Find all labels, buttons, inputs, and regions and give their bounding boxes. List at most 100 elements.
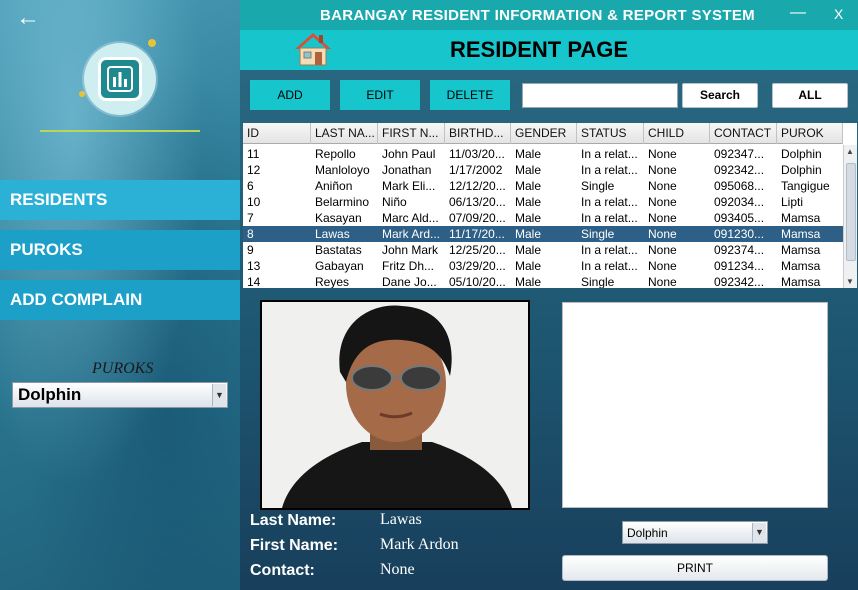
table-cell-last-name: Kasayan: [315, 211, 362, 225]
table-row[interactable]: 11 Repollo John Paul 11/03/20... Male In a re…: [243, 146, 843, 162]
table-cell-first-name: Jonathan: [382, 163, 432, 177]
add-button[interactable]: ADD: [250, 80, 330, 110]
column-header-status[interactable]: STATUS: [577, 123, 644, 144]
table-cell-first-name: Fritz Dh...: [382, 259, 435, 273]
close-button[interactable]: X: [834, 6, 843, 22]
table-cell-first-name: Mark Eli...: [382, 179, 436, 193]
table-cell-id: 9: [247, 243, 254, 257]
table-cell-gender: Male: [515, 147, 542, 161]
column-header-birthday[interactable]: BIRTHD...: [445, 123, 511, 144]
house-icon: [292, 30, 334, 73]
table-cell-id: 6: [247, 179, 254, 193]
table-cell-birthday: 11/03/20...: [449, 147, 505, 161]
table-cell-purok: Mamsa: [781, 259, 821, 273]
window-title: BARANGAY RESIDENT INFORMATION & REPORT S…: [320, 7, 755, 24]
table-row[interactable]: 9 Bastatas John Mark 12/25/20... Male In a re…: [243, 242, 843, 258]
table-cell-birthday: 11/17/20...: [449, 227, 505, 241]
column-header-child[interactable]: CHILD: [644, 123, 710, 144]
purok-filter-select[interactable]: Dolphin ▼: [12, 382, 228, 408]
table-cell-birthday: 07/09/20...: [449, 211, 506, 225]
table-cell-status: In a relat...: [581, 243, 638, 257]
table-cell-birthday: 06/13/20...: [449, 195, 506, 209]
table-cell-birthday: 12/12/20...: [449, 179, 506, 193]
table-cell-id: 12: [247, 163, 261, 177]
minimize-button[interactable]: —: [790, 4, 806, 22]
purok-filter-value: Dolphin: [18, 385, 82, 404]
delete-button[interactable]: DELETE: [430, 80, 510, 110]
divider: [40, 130, 200, 132]
table-cell-last-name: Aniñon: [315, 179, 353, 193]
scrollbar-thumb[interactable]: [846, 163, 856, 261]
table-cell-first-name: John Paul: [382, 147, 436, 161]
table-cell-gender: Male: [515, 211, 542, 225]
table-cell-child: None: [648, 275, 677, 288]
table-cell-purok: Lipti: [781, 195, 804, 209]
table-cell-child: None: [648, 211, 677, 225]
table-scrollbar[interactable]: ▲ ▼: [843, 145, 857, 288]
table-cell-contact: 092342...: [714, 163, 765, 177]
table-cell-gender: Male: [515, 227, 542, 241]
column-header-last-name[interactable]: LAST NA...: [311, 123, 378, 144]
table-cell-child: None: [648, 163, 677, 177]
report-purok-select[interactable]: Dolphin ▼: [622, 521, 768, 544]
table-cell-purok: Mamsa: [781, 275, 821, 288]
contact-value: None: [380, 561, 415, 578]
column-header-contact[interactable]: CONTACT: [710, 123, 777, 144]
table-cell-first-name: Marc Ald...: [382, 211, 439, 225]
table-row[interactable]: 14 Reyes Dane Jo... 05/10/20... Male Single No…: [243, 274, 843, 288]
print-button[interactable]: PRINT: [562, 555, 828, 581]
table-cell-first-name: John Mark: [382, 243, 439, 257]
table-row[interactable]: 8 Lawas Mark Ard... 11/17/20... Male Single No…: [243, 226, 843, 242]
table-cell-id: 8: [247, 227, 254, 241]
table-cell-id: 14: [247, 275, 261, 288]
chevron-down-icon[interactable]: ▼: [752, 523, 766, 542]
table-cell-status: Single: [581, 227, 615, 241]
scroll-down-icon[interactable]: ▼: [846, 277, 854, 286]
column-header-purok[interactable]: PUROK: [777, 123, 843, 144]
table-row[interactable]: 6 Aniñon Mark Eli... 12/12/20... Male Single N…: [243, 178, 843, 194]
first-name-value: Mark Ardon: [380, 536, 459, 553]
table-cell-birthday: 1/17/2002: [449, 163, 503, 177]
table-cell-id: 10: [247, 195, 261, 209]
first-name-label: First Name:: [250, 537, 339, 554]
table-cell-gender: Male: [515, 163, 542, 177]
search-input[interactable]: [522, 83, 678, 108]
report-preview: [562, 302, 828, 508]
nav-puroks[interactable]: PUROKS: [0, 230, 240, 270]
resident-photo: [260, 300, 530, 510]
table-cell-child: None: [648, 259, 677, 273]
table-row[interactable]: 10 Belarmino Niño 06/13/20... Male In a relat…: [243, 194, 843, 210]
table-cell-last-name: Lawas: [315, 227, 350, 241]
table-row[interactable]: 13 Gabayan Fritz Dh... 03/29/20... Male In a …: [243, 258, 843, 274]
nav-add-complain[interactable]: ADD COMPLAIN: [0, 280, 240, 320]
nav-residents[interactable]: RESIDENTS: [0, 180, 240, 220]
table-cell-child: None: [648, 195, 677, 209]
table-cell-gender: Male: [515, 179, 542, 193]
search-button[interactable]: Search: [682, 83, 758, 108]
chevron-down-icon[interactable]: ▼: [212, 384, 226, 406]
back-arrow-icon[interactable]: ←: [16, 4, 40, 32]
title-bar: BARANGAY RESIDENT INFORMATION & REPORT S…: [240, 0, 858, 30]
table-cell-id: 13: [247, 259, 261, 273]
table-cell-contact: 095068...: [714, 179, 765, 193]
table-cell-birthday: 05/10/20...: [449, 275, 506, 288]
table-cell-status: In a relat...: [581, 163, 638, 177]
column-header-id[interactable]: ID: [243, 123, 311, 144]
table-cell-gender: Male: [515, 259, 542, 273]
purok-filter-label: PUROKS: [92, 360, 154, 377]
table-row[interactable]: 7 Kasayan Marc Ald... 07/09/20... Male In a r…: [243, 210, 843, 226]
table-cell-status: Single: [581, 179, 615, 193]
edit-button[interactable]: EDIT: [340, 80, 420, 110]
table-cell-gender: Male: [515, 243, 542, 257]
table-cell-birthday: 03/29/20...: [449, 259, 506, 273]
show-all-button[interactable]: ALL: [772, 83, 848, 108]
scroll-up-icon[interactable]: ▲: [846, 147, 854, 156]
table-cell-child: None: [648, 243, 677, 257]
column-header-first-name[interactable]: FIRST N...: [378, 123, 445, 144]
column-header-gender[interactable]: GENDER: [511, 123, 577, 144]
table-cell-status: In a relat...: [581, 147, 638, 161]
table-row[interactable]: 12 Manloloyo Jonathan 1/17/2002 Male In a rel…: [243, 162, 843, 178]
contact-label: Contact:: [250, 562, 315, 579]
table-cell-purok: Mamsa: [781, 211, 821, 225]
table-cell-last-name: Belarmino: [315, 195, 370, 209]
